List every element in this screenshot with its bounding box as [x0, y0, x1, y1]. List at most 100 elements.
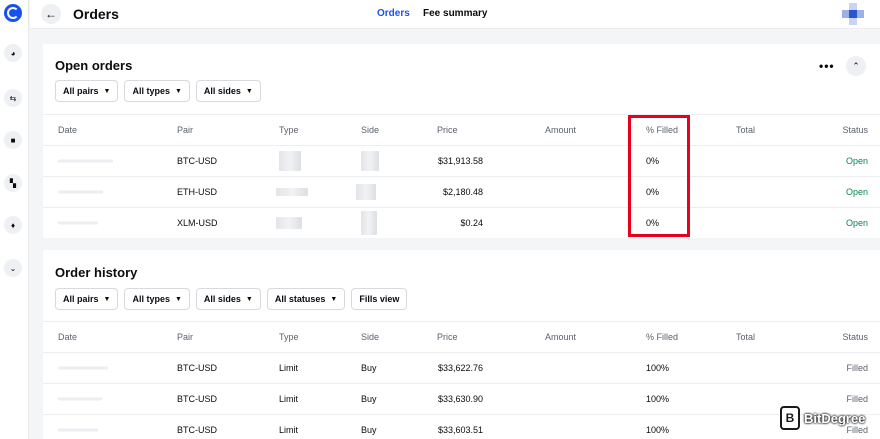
filled-column-highlight: [628, 115, 690, 237]
filled-cell: 100%: [646, 363, 670, 373]
pie-chart-icon[interactable]: ◕: [4, 44, 22, 62]
table-row[interactable]: XLM-USD $0.24 0% Open: [43, 207, 880, 238]
col-amount[interactable]: Amount: [545, 332, 576, 342]
filter-all-sides[interactable]: All sides ▼: [195, 80, 261, 102]
redacted-date: [58, 159, 113, 163]
redacted-type: [279, 151, 301, 171]
redacted-date: [58, 221, 98, 225]
chevron-down-icon: ▼: [103, 87, 111, 95]
filter-all-pairs[interactable]: All pairs ▼: [55, 288, 119, 310]
coinbase-logo-icon[interactable]: [4, 4, 22, 22]
order-history-filters: All pairs ▼ All types ▼ All sides ▼ All sta…: [55, 288, 408, 310]
type-cell: Limit: [279, 394, 299, 404]
side-cell: Buy: [361, 425, 377, 435]
col-amount[interactable]: Amount: [545, 125, 576, 135]
col-date[interactable]: Date: [58, 125, 77, 135]
chevron-down-icon: ▼: [103, 295, 111, 303]
chevron-down-icon: ▼: [245, 295, 253, 303]
table-row[interactable]: BTC-USD Limit Buy $33,622.76 100% Filled: [43, 352, 880, 383]
page-title: Orders: [73, 6, 119, 22]
chevron-down-icon: ▼: [330, 295, 338, 303]
col-side[interactable]: Side: [361, 125, 379, 135]
swap-icon[interactable]: ⇆: [4, 89, 22, 107]
col-pair[interactable]: Pair: [177, 125, 193, 135]
bell-icon[interactable]: ♦: [4, 216, 22, 234]
price-cell: $0.24: [460, 218, 483, 228]
open-orders-title: Open orders: [55, 58, 133, 73]
table-row[interactable]: BTC-USD Limit Buy $33,630.90 100% Filled: [43, 383, 880, 414]
col-price[interactable]: Price: [437, 125, 458, 135]
collapse-icon[interactable]: ⌃: [846, 56, 866, 76]
col-status[interactable]: Status: [842, 125, 868, 135]
status-badge: Open: [845, 218, 868, 228]
bitdegree-logo-icon: B: [780, 406, 800, 430]
col-status[interactable]: Status: [842, 332, 868, 342]
redacted-date: [58, 428, 98, 432]
pair-cell: BTC-USD: [177, 425, 217, 435]
status-badge: Filled: [846, 363, 868, 373]
table-row[interactable]: BTC-USD Limit Buy $33,603.51 100% Filled: [43, 414, 880, 439]
chevron-down-icon[interactable]: ⌄: [4, 259, 22, 277]
redacted-type: [276, 217, 302, 229]
col-side[interactable]: Side: [361, 332, 379, 342]
status-badge: Filled: [846, 394, 868, 404]
side-cell: Buy: [361, 394, 377, 404]
order-history-panel: Order history All pairs ▼ All types ▼ All …: [43, 250, 880, 439]
more-options-icon[interactable]: •••: [819, 59, 835, 73]
status-badge: Open: [845, 187, 868, 197]
fills-view-button[interactable]: Fills view: [351, 288, 408, 310]
col-pair[interactable]: Pair: [177, 332, 193, 342]
filled-cell: 100%: [646, 425, 670, 435]
col-type[interactable]: Type: [279, 332, 299, 342]
open-orders-table: Date Pair Type Side Price Amount % Fille…: [43, 114, 880, 238]
filter-all-statuses[interactable]: All statuses ▼: [266, 288, 346, 310]
filled-cell: 100%: [646, 394, 670, 404]
wallet-icon[interactable]: ■: [4, 131, 22, 149]
redacted-side: [356, 184, 376, 200]
redacted-type: [276, 188, 308, 196]
open-orders-filters: All pairs ▼ All types ▼ All sides ▼: [55, 80, 261, 102]
filter-all-types[interactable]: All types ▼: [124, 80, 190, 102]
open-orders-panel: Open orders ••• ⌃ All pairs ▼ All types ▼ …: [43, 44, 880, 238]
table-row[interactable]: BTC-USD $31,913.58 0% Open: [43, 145, 880, 176]
col-filled[interactable]: % Filled: [646, 332, 678, 342]
pair-cell: XLM-USD: [177, 218, 218, 228]
pair-cell: BTC-USD: [177, 156, 217, 166]
filter-all-sides[interactable]: All sides ▼: [195, 288, 261, 310]
left-rail: ◕ ⇆ ■ ▚ ♦ ⌄: [0, 0, 29, 439]
back-arrow-icon[interactable]: ←: [41, 4, 61, 24]
filter-all-pairs[interactable]: All pairs ▼: [55, 80, 119, 102]
price-cell: $31,913.58: [437, 156, 483, 166]
type-cell: Limit: [279, 425, 299, 435]
col-date[interactable]: Date: [58, 332, 77, 342]
table-row[interactable]: ETH-USD $2,180.48 0% Open: [43, 176, 880, 207]
type-cell: Limit: [279, 363, 299, 373]
table-header: Date Pair Type Side Price Amount % Fille…: [43, 114, 880, 145]
status-badge: Open: [845, 156, 868, 166]
price-cell: $33,622.76: [437, 363, 483, 373]
col-price[interactable]: Price: [437, 332, 458, 342]
col-total[interactable]: Total: [736, 125, 755, 135]
order-history-title: Order history: [55, 265, 138, 280]
price-cell: $33,630.90: [437, 394, 483, 404]
order-history-table: Date Pair Type Side Price Amount % Fille…: [43, 321, 880, 439]
watermark-text: BitDegree: [804, 410, 866, 426]
tab-fee-summary[interactable]: Fee summary: [423, 8, 487, 19]
chevron-down-icon: ▼: [245, 87, 253, 95]
redacted-side: [361, 151, 379, 171]
pair-cell: BTC-USD: [177, 394, 217, 404]
collapse-label: ⌃: [852, 60, 860, 71]
avatar[interactable]: [842, 3, 864, 25]
redacted-date: [58, 366, 108, 370]
top-bar: ← Orders Orders Fee summary: [30, 0, 880, 29]
col-type[interactable]: Type: [279, 125, 299, 135]
redacted-date: [58, 190, 103, 194]
col-total[interactable]: Total: [736, 332, 755, 342]
filter-all-types[interactable]: All types ▼: [124, 288, 190, 310]
tab-orders[interactable]: Orders: [377, 8, 410, 19]
redacted-date: [58, 397, 102, 401]
chevron-down-icon: ▼: [174, 87, 182, 95]
dashboard-icon[interactable]: ▚: [4, 174, 22, 192]
price-cell: $2,180.48: [442, 187, 483, 197]
chevron-down-icon: ▼: [174, 295, 182, 303]
